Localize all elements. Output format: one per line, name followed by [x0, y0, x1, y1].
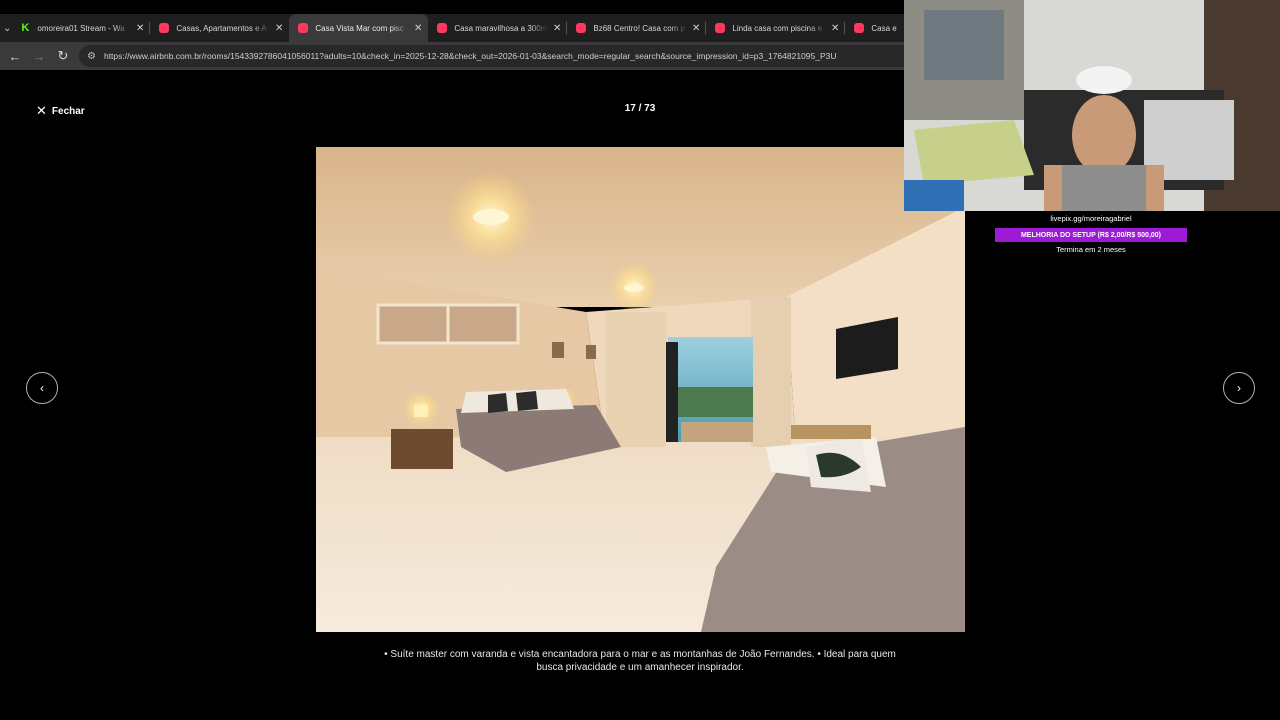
tab-airbnb-listing-active[interactable]: Casa Vista Mar com pisc ✕: [289, 14, 429, 42]
listing-photo: [316, 147, 965, 632]
airbnb-icon: [437, 23, 448, 33]
caption-line: • Suíte master com varanda e vista encan…: [384, 649, 896, 660]
tab-title: omoreira01 Stream - Wa: [37, 23, 125, 33]
close-icon: ✕: [36, 103, 47, 118]
reload-icon[interactable]: ↻: [51, 44, 75, 68]
photo-caption: • Suíte master com varanda e vista encan…: [330, 648, 950, 674]
webcam-feed: [904, 0, 1280, 211]
next-photo-button[interactable]: ›: [1223, 372, 1255, 404]
tab-airbnb-listing[interactable]: Bz68 Centro! Casa com p ✕: [567, 14, 707, 42]
url-text: https://www.airbnb.com.br/rooms/15433927…: [103, 51, 837, 61]
address-bar[interactable]: ⚙ https://www.airbnb.com.br/rooms/154339…: [79, 45, 904, 67]
forward-arrow-icon[interactable]: →: [27, 44, 51, 68]
close-tab-icon[interactable]: ✕: [414, 23, 422, 34]
close-tab-icon[interactable]: ✕: [275, 23, 283, 34]
airbnb-icon: [159, 23, 170, 33]
tab-title: Casa maravilhosa a 300m: [454, 23, 548, 33]
tab-airbnb-listing[interactable]: Casa e: [845, 14, 904, 42]
tab-title: Linda casa com piscina e: [732, 23, 823, 33]
airbnb-icon: [298, 23, 309, 33]
airbnb-icon: [576, 23, 587, 33]
chevron-left-icon: ‹: [40, 381, 44, 395]
close-tab-icon[interactable]: ✕: [553, 23, 561, 34]
close-tab-icon[interactable]: ✕: [831, 23, 839, 34]
tab-airbnb-listing[interactable]: Casa maravilhosa a 300m ✕: [428, 14, 568, 42]
tab-search-dropdown-icon[interactable]: ⌄: [3, 17, 11, 39]
donation-goal-widget: livepix.gg/moreiragabriel MELHORIA DO SE…: [995, 214, 1187, 254]
address-toolbar: ← → ↻ ⚙ https://www.airbnb.com.br/rooms/…: [0, 42, 904, 70]
donation-url: livepix.gg/moreiragabriel: [1050, 214, 1132, 223]
tab-bar: ⌄ K omoreira01 Stream - Wa ✕ Casas, Apar…: [0, 14, 904, 42]
tab-kick-stream[interactable]: K omoreira01 Stream - Wa ✕: [11, 14, 151, 42]
site-info-icon[interactable]: ⚙: [87, 51, 96, 62]
airbnb-icon: [715, 23, 726, 33]
kick-icon: K: [21, 22, 30, 34]
goal-text: MELHORIA DO SETUP (R$ 2,00/R$ 500,00): [1020, 231, 1162, 239]
tab-title: Casa Vista Mar com pisc: [315, 23, 404, 33]
tab-airbnb-listing[interactable]: Linda casa com piscina e ✕: [706, 14, 846, 42]
tab-title: Bz68 Centro! Casa com p: [593, 23, 685, 33]
close-tab-icon[interactable]: ✕: [692, 23, 700, 34]
airbnb-icon: [854, 23, 865, 33]
goal-ends-text: Termina em 2 meses: [1056, 245, 1126, 254]
previous-photo-button[interactable]: ‹: [26, 372, 58, 404]
photo-counter: 17 / 73: [624, 103, 656, 114]
close-gallery-button[interactable]: ✕ Fechar: [36, 103, 85, 119]
tab-title: Casa e: [871, 23, 897, 33]
tab-title: Casas, Apartamentos e A: [176, 23, 267, 33]
tab-airbnb-search[interactable]: Casas, Apartamentos e A ✕: [150, 14, 289, 42]
back-arrow-icon[interactable]: ←: [3, 44, 27, 68]
goal-progress-bar: MELHORIA DO SETUP (R$ 2,00/R$ 500,00): [995, 228, 1187, 242]
close-label: Fechar: [51, 105, 85, 117]
close-tab-icon[interactable]: ✕: [136, 23, 144, 34]
caption-line: busca privacidade e um amanhecer inspira…: [536, 662, 744, 673]
chevron-right-icon: ›: [1237, 381, 1241, 395]
